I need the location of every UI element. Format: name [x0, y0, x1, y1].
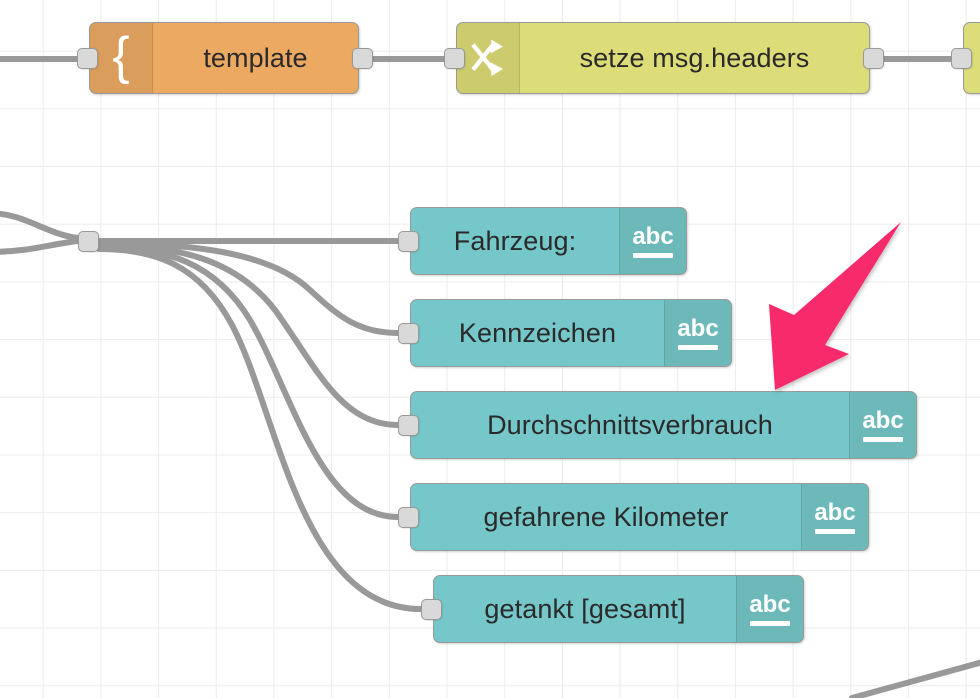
node-debug-durchschnittsverbrauch[interactable]: Durchschnittsverbrauch abc — [410, 391, 917, 459]
abc-icon-underline — [633, 252, 673, 258]
pink-arrow-shape — [769, 222, 901, 390]
abc-icon-text: abc — [749, 590, 791, 618]
node-change[interactable]: setze msg.headers — [456, 22, 870, 94]
wire-bottom-right — [849, 659, 980, 698]
abc-icon: abc — [801, 484, 868, 550]
abc-icon-text: abc — [632, 222, 674, 250]
shuffle-arrows-icon — [457, 23, 520, 93]
abc-icon-underline — [815, 528, 855, 534]
curly-brace-glyph: { — [112, 27, 130, 85]
wire-junction-to-getankt-gesamt — [96, 246, 424, 612]
abc-icon-underline — [863, 436, 903, 442]
abc-icon-text: abc — [814, 498, 856, 526]
node-partial-right-input-port[interactable] — [951, 48, 972, 69]
abc-icon: abc — [664, 300, 731, 366]
node-debug-kennzeichen-input-port[interactable] — [398, 323, 419, 344]
node-template-output-port[interactable] — [352, 48, 373, 69]
output-port-junction[interactable] — [78, 231, 99, 252]
node-debug-getankt-gesamt-input-port[interactable] — [421, 599, 442, 620]
node-debug-gefahrene-kilometer[interactable]: gefahrene Kilometer abc — [410, 483, 869, 551]
abc-icon-text: abc — [862, 406, 904, 434]
node-debug-fahrzeug[interactable]: Fahrzeug: abc — [410, 207, 687, 275]
node-change-label: setze msg.headers — [579, 42, 810, 73]
wire-incoming-lower — [0, 238, 81, 255]
wire-incoming-upper — [0, 210, 81, 241]
flow-canvas[interactable]: { template setze msg.headers Fahrzeug: a… — [0, 0, 980, 698]
node-debug-fahrzeug-input-port[interactable] — [398, 231, 419, 252]
node-debug-kennzeichen[interactable]: Kennzeichen abc — [410, 299, 732, 367]
wire-junction-to-durchschnittsverbrauch — [96, 242, 401, 428]
abc-icon: abc — [619, 208, 686, 274]
node-debug-durchschnittsverbrauch-label: Durchschnittsverbrauch — [487, 409, 773, 440]
node-debug-gefahrene-kilometer-input-port[interactable] — [398, 507, 419, 528]
wire-junction-to-kennzeichen — [96, 240, 401, 336]
abc-icon-text: abc — [677, 314, 719, 342]
node-debug-getankt-gesamt-label: getankt [gesamt] — [484, 593, 686, 624]
node-debug-fahrzeug-label: Fahrzeug: — [453, 225, 577, 256]
node-debug-durchschnittsverbrauch-input-port[interactable] — [398, 415, 419, 436]
node-debug-getankt-gesamt[interactable]: getankt [gesamt] abc — [433, 575, 804, 643]
node-template[interactable]: { template — [89, 22, 359, 94]
shuffle-arrows-glyph — [471, 39, 503, 76]
node-template-label: template — [203, 42, 308, 73]
node-debug-kennzeichen-label: Kennzeichen — [458, 317, 617, 348]
wire-junction-to-gefahrene-kilometer — [96, 244, 401, 520]
node-template-input-port[interactable] — [77, 48, 98, 69]
abc-icon: abc — [849, 392, 916, 458]
abc-icon: abc — [736, 576, 803, 642]
abc-icon-underline — [678, 344, 718, 350]
abc-icon-underline — [750, 620, 790, 626]
curly-brace-icon: { — [90, 23, 153, 93]
node-change-output-port[interactable] — [863, 48, 884, 69]
node-change-input-port[interactable] — [444, 48, 465, 69]
node-debug-gefahrene-kilometer-label: gefahrene Kilometer — [483, 501, 729, 532]
